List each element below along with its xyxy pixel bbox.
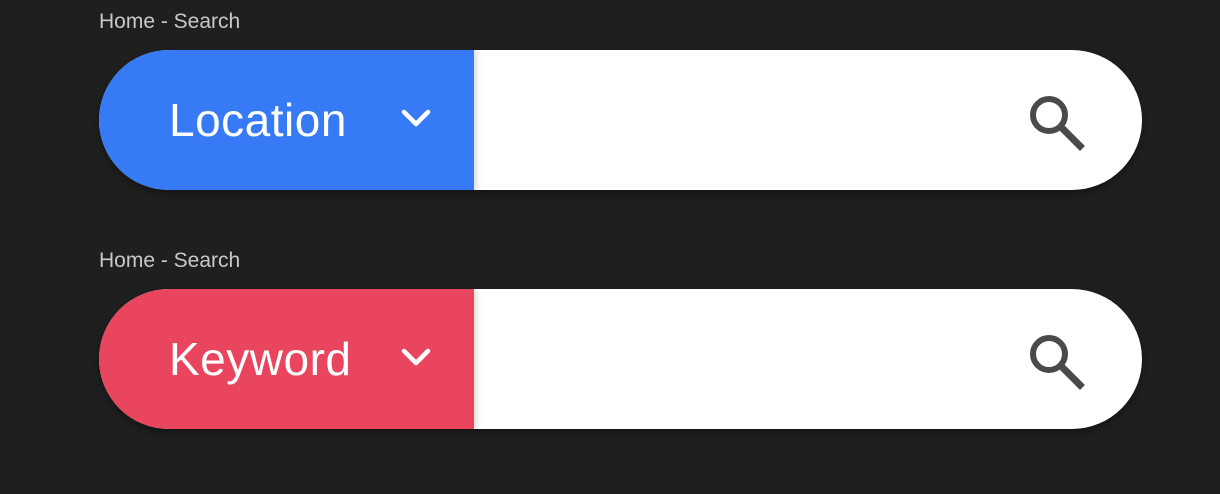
search-icon[interactable] — [1024, 329, 1088, 393]
chevron-down-icon — [401, 109, 431, 127]
search-input[interactable] — [474, 289, 1014, 429]
search-input[interactable] — [474, 50, 1014, 190]
search-icon[interactable] — [1024, 90, 1088, 154]
keyword-dropdown-button[interactable]: Keyword — [99, 289, 474, 429]
dropdown-label: Location — [169, 94, 347, 146]
frame-label: Home - Search — [99, 10, 241, 33]
chevron-down-icon — [401, 348, 431, 366]
search-bar: Location — [99, 50, 1142, 190]
frame-label: Home - Search — [99, 249, 241, 272]
dropdown-label: Keyword — [169, 333, 352, 385]
search-bar: Keyword — [99, 289, 1142, 429]
location-dropdown-button[interactable]: Location — [99, 50, 474, 190]
